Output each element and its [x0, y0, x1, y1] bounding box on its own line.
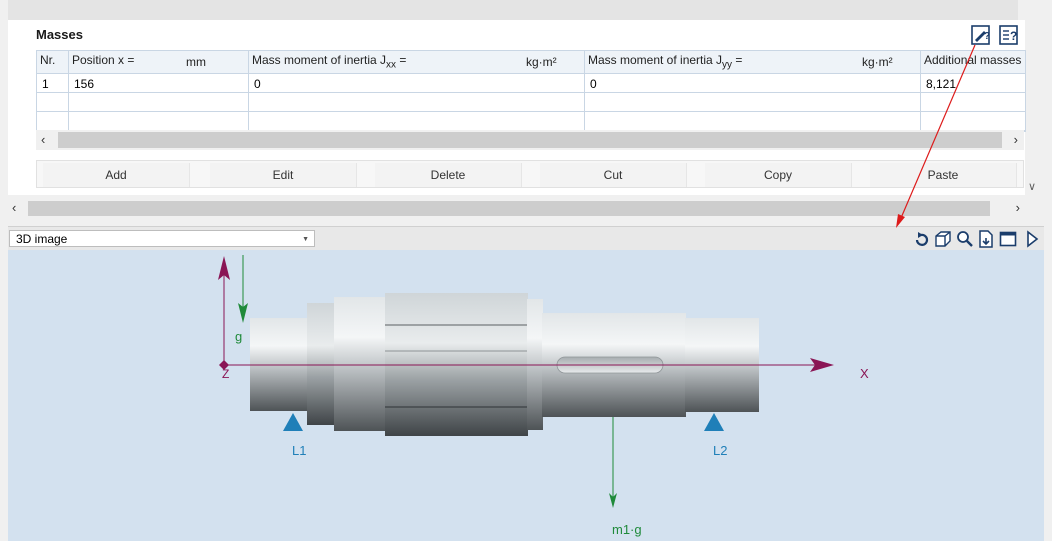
- 3d-scene-overlay: X Z g m1·g L1 L2: [218, 44, 976, 537]
- shaft-shoulder-left: [307, 303, 335, 425]
- annotation-arrow: [896, 44, 976, 228]
- gravity-vector: g: [235, 255, 248, 344]
- load-vector: m1·g: [609, 417, 642, 537]
- z-axis-label: Z: [222, 367, 229, 381]
- load-label: m1·g: [612, 522, 642, 537]
- gravity-label: g: [235, 329, 242, 344]
- bearing-l1: L1: [283, 413, 306, 458]
- bearing-l1-label: L1: [292, 443, 306, 458]
- shaft-collar: [334, 297, 386, 431]
- bearing-l2-label: L2: [713, 443, 727, 458]
- x-axis-label: X: [860, 366, 869, 381]
- bearing-l2: L2: [704, 413, 727, 458]
